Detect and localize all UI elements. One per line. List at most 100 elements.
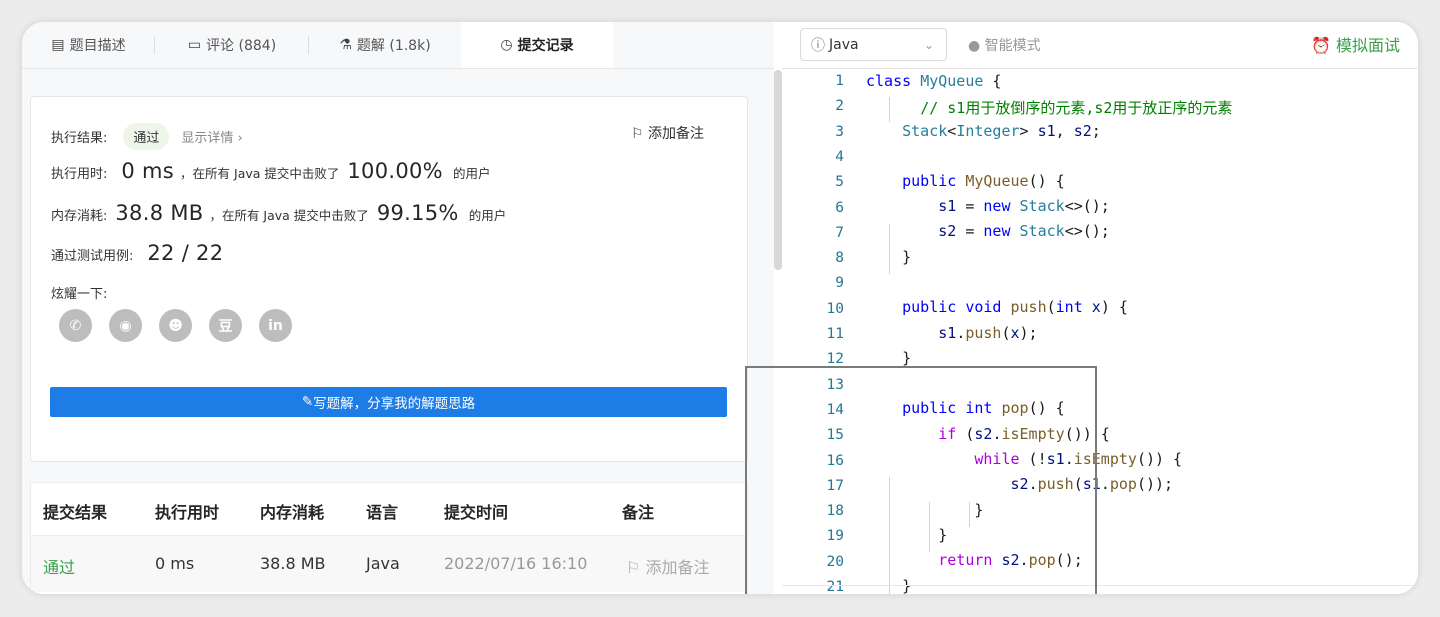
line-number: 5: [835, 174, 844, 191]
social-share-icons: ✆ ◉ ☻ 豆 in: [59, 309, 309, 342]
share-label: 炫耀一下:: [51, 287, 108, 302]
wechat-icon[interactable]: ✆: [59, 309, 92, 342]
flask-icon: ⚗: [339, 37, 352, 53]
editor-hscrollbar[interactable]: [782, 585, 1418, 586]
linkedin-icon[interactable]: in: [259, 309, 292, 342]
code-line: public int pop() {: [902, 399, 1065, 417]
share-row: 炫耀一下:: [51, 283, 107, 302]
row-language: Java: [366, 554, 400, 573]
write-solution-button[interactable]: ✎ 写题解，分享我的解题思路: [50, 387, 727, 417]
show-details-link[interactable]: 显示详情 ›: [181, 127, 242, 146]
left-scrollbar[interactable]: [774, 70, 782, 270]
add-note-label: 添加备注: [648, 126, 705, 142]
code-line: return s2.pop();: [938, 551, 1083, 569]
tab-description[interactable]: ▤ 题目描述: [22, 22, 155, 68]
runtime-percent: 100.00%: [347, 159, 443, 183]
tab-label: 提交记录: [517, 38, 574, 54]
col-header-result: 提交结果: [43, 503, 108, 522]
code-line: }: [866, 501, 984, 519]
douban-icon[interactable]: 豆: [209, 309, 242, 342]
tab-label: 题解 (1.8k): [356, 38, 431, 54]
tab-bar: ▤ 题目描述 ▭ 评论 (884) ⚗ 题解 (1.8k) ◷ 提交记录: [22, 22, 774, 69]
code-line: s1.push(x);: [938, 324, 1038, 342]
result-card: 执行结果: 通过 显示详情 › ⚐ 添加备注 执行用时: 0 ms ，在所有 J…: [30, 96, 748, 462]
row-result[interactable]: 通过: [43, 554, 75, 578]
flag-icon: ⚐: [626, 558, 646, 577]
smart-mode-label: 智能模式: [984, 38, 1041, 54]
code-line: public MyQueue() {: [902, 172, 1065, 190]
col-header-language: 语言: [366, 503, 399, 522]
line-number: 17: [826, 477, 844, 494]
line-number: 10: [826, 300, 844, 317]
mock-interview-label: 模拟面试: [1335, 36, 1400, 55]
memory-row: 内存消耗: 38.8 MB ，在所有 Java 提交中击败了 99.15% 的用…: [51, 201, 506, 225]
line-number: 3: [835, 123, 844, 140]
line-number: 9: [835, 275, 844, 292]
line-number: 11: [826, 326, 844, 342]
line-number: 2: [835, 98, 844, 115]
line-number: 6: [835, 199, 844, 216]
tests-value: 22 / 22: [147, 241, 224, 265]
code-line: Stack<Integer> s1, s2;: [902, 122, 1101, 140]
line-number: 16: [826, 452, 844, 469]
code-line: // s1用于放倒序的元素,s2用于放正序的元素: [920, 99, 1233, 117]
description-icon: ▤: [51, 37, 65, 53]
line-number: 20: [826, 553, 844, 570]
col-header-note: 备注: [622, 503, 655, 522]
code-line: }: [866, 248, 912, 266]
table-header: 提交结果 执行用时 内存消耗 语言 提交时间 备注: [31, 483, 747, 536]
line-number: 12: [826, 351, 844, 368]
runtime-text: ，在所有 Java 提交中击败了: [180, 166, 340, 181]
exec-result-row: 执行结果: 通过 显示详情 ›: [51, 123, 243, 150]
code-line: }: [866, 526, 948, 544]
weibo-icon[interactable]: ◉: [109, 309, 142, 342]
row-add-note[interactable]: ⚐ 添加备注: [626, 554, 709, 578]
row-runtime: 0 ms: [155, 554, 195, 573]
tab-submissions[interactable]: ◷ 提交记录: [461, 22, 613, 68]
code-line: }: [866, 349, 912, 367]
info-icon: ⓘ: [811, 37, 825, 54]
tab-label: 题目描述: [69, 38, 126, 54]
code-editor[interactable]: 1 2 3 4 5 6 7 8 9 10 11 12 13 14 15 16 17 18 19 20 21 class …: [782, 68, 1418, 594]
smart-mode-toggle[interactable]: ● 智能模式: [968, 35, 1041, 55]
tab-solutions[interactable]: ⚗ 题解 (1.8k): [309, 22, 461, 68]
mock-interview-button[interactable]: ⏰ 模拟面试: [1311, 32, 1400, 56]
add-note-button[interactable]: ⚐ 添加备注: [631, 123, 704, 143]
col-header-memory: 内存消耗: [260, 503, 325, 522]
line-number: 7: [835, 224, 844, 241]
line-number: 4: [835, 148, 844, 165]
language-select[interactable]: ⓘ Java ⌄: [800, 28, 947, 61]
flag-icon: ⚐: [631, 126, 649, 142]
row-submitted: 2022/07/16 16:10: [444, 554, 588, 573]
qq-icon[interactable]: ☻: [159, 309, 192, 342]
runtime-value: 0 ms: [121, 159, 175, 183]
memory-percent: 99.15%: [376, 201, 459, 225]
table-row[interactable]: 通过 0 ms 38.8 MB Java 2022/07/16 16:10 ⚐ …: [31, 536, 747, 592]
line-number: 18: [826, 503, 844, 520]
app-window: ▤ 题目描述 ▭ 评论 (884) ⚗ 题解 (1.8k) ◷ 提交记录 执行结…: [22, 22, 1418, 594]
line-number: 13: [826, 376, 844, 393]
row-add-note-label: 添加备注: [645, 558, 710, 577]
code-line: s2 = new Stack<>();: [938, 222, 1110, 240]
tests-row: 通过测试用例: 22 / 22: [51, 241, 229, 265]
col-header-time: 提交时间: [444, 503, 509, 522]
runtime-suffix: 的用户: [452, 166, 491, 181]
tests-label: 通过测试用例:: [51, 249, 134, 264]
line-number: 15: [826, 427, 844, 444]
exec-result-label: 执行结果:: [51, 131, 108, 146]
memory-suffix: 的用户: [468, 208, 507, 223]
line-number: 19: [826, 528, 844, 545]
row-memory: 38.8 MB: [260, 554, 326, 573]
tab-comments[interactable]: ▭ 评论 (884): [155, 22, 309, 68]
memory-value: 38.8 MB: [115, 201, 204, 225]
language-value: Java: [829, 36, 859, 53]
code-line: if (s2.isEmpty()) {: [938, 425, 1110, 443]
line-number: 1: [835, 73, 844, 89]
pencil-icon: ✎: [301, 394, 314, 410]
tab-label: 评论 (884): [206, 38, 277, 54]
runtime-row: 执行用时: 0 ms ，在所有 Java 提交中击败了 100.00% 的用户: [51, 159, 490, 183]
status-badge: 通过: [123, 123, 170, 150]
editor-toolbar: ⓘ Java ⌄ ● 智能模式 ⏰ 模拟面试: [782, 22, 1418, 69]
code-line: class MyQueue {: [866, 72, 1002, 90]
left-pane: ▤ 题目描述 ▭ 评论 (884) ⚗ 题解 (1.8k) ◷ 提交记录 执行结…: [22, 22, 774, 594]
